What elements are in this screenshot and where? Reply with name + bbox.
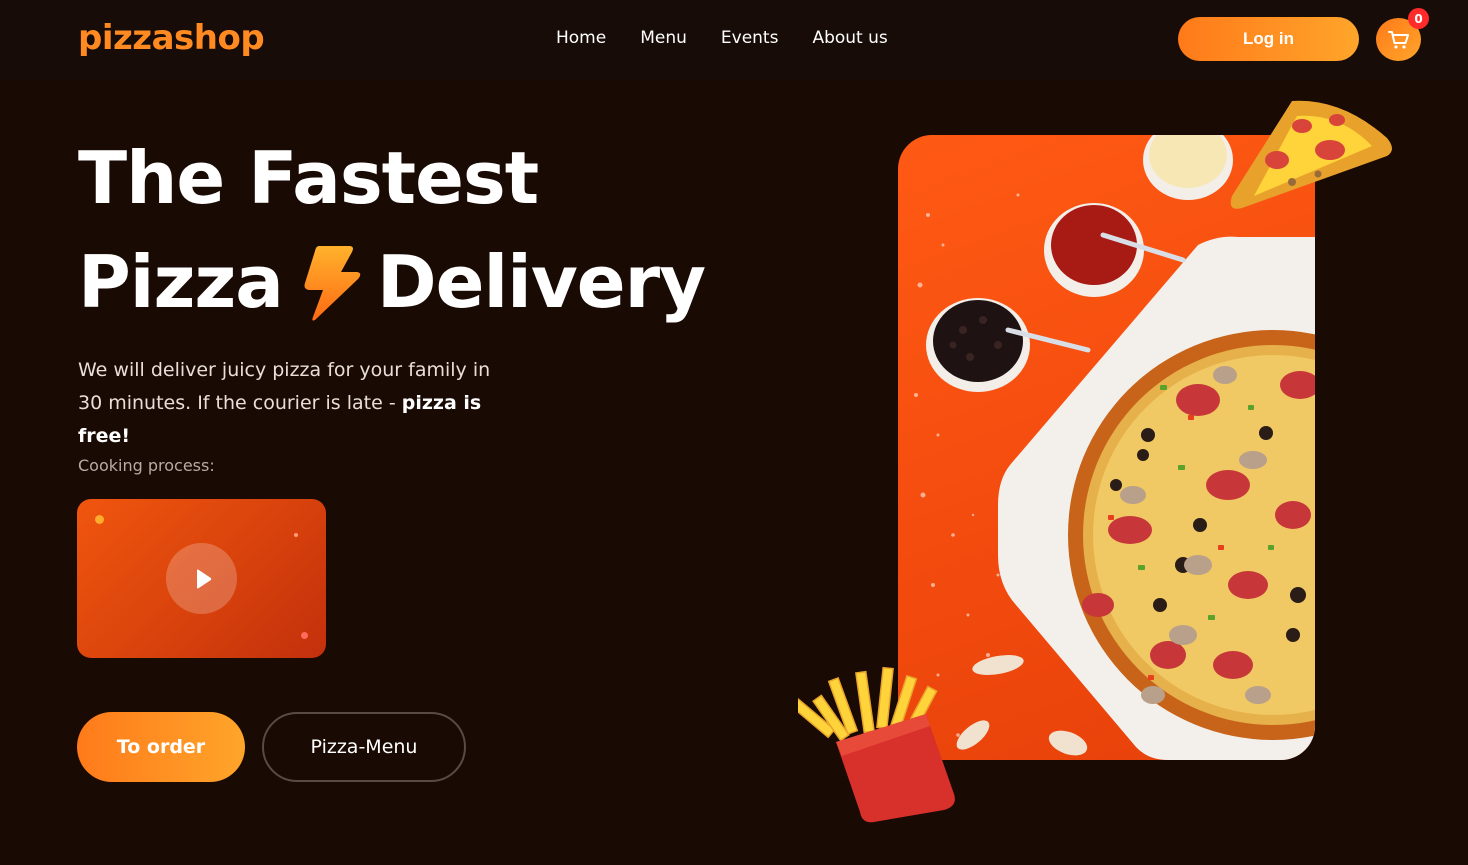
hero-title-pizza: Pizza [78, 240, 284, 324]
play-icon [196, 569, 211, 588]
decor-dot [294, 533, 298, 537]
hero-title-line1: The Fastest [78, 136, 539, 220]
cart-count-badge: 0 [1408, 8, 1429, 29]
hero-title-line2: Pizza Delivery [78, 240, 706, 324]
play-button[interactable] [166, 543, 237, 614]
nav-events[interactable]: Events [721, 28, 779, 48]
bolt-icon [304, 246, 361, 321]
nav-about-us[interactable]: About us [812, 28, 887, 48]
to-order-button[interactable]: To order [77, 712, 245, 782]
pizza-slice-decoration [1230, 100, 1392, 209]
hero-description: We will deliver juicy pizza for your fam… [78, 354, 518, 453]
fries-decoration [798, 666, 955, 823]
decor-dot [95, 515, 104, 524]
nav-home[interactable]: Home [556, 28, 606, 48]
cart-icon [1387, 30, 1409, 49]
cooking-video-thumbnail[interactable] [77, 499, 326, 658]
logo[interactable]: pizzashop [78, 18, 265, 58]
site-header: pizzashop Home Menu Events About us Log … [0, 0, 1468, 80]
pizza-menu-button[interactable]: Pizza-Menu [262, 712, 466, 782]
hero-title-delivery: Delivery [376, 240, 706, 324]
login-button[interactable]: Log in [1178, 17, 1359, 61]
cooking-process-label: Cooking process: [78, 456, 215, 475]
decor-dot [301, 632, 308, 639]
nav-menu[interactable]: Menu [640, 28, 687, 48]
main-nav: Home Menu Events About us [556, 28, 888, 48]
